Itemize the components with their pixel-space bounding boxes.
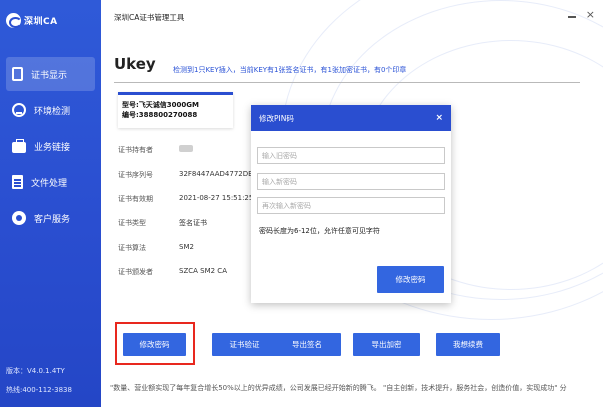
- ukey-model: 型号:飞天诚信3000GM: [122, 101, 199, 109]
- info-label-validity: 证书有效期: [118, 195, 153, 203]
- renew-button[interactable]: 我想续费: [436, 333, 500, 356]
- szca-logo-icon: [6, 12, 22, 28]
- cert-verify-button[interactable]: 证书验证: [212, 333, 277, 356]
- old-pin-input[interactable]: [257, 147, 445, 164]
- sidebar: 深圳CA 证书显示 环境检测 业务链接 文件处理 客户服务 版本：V4.0.1.…: [0, 0, 101, 407]
- confirm-pin-input[interactable]: [257, 197, 445, 214]
- export-encrypt-button[interactable]: 导出加密: [353, 333, 420, 356]
- sidebar-item-label: 证书显示: [31, 70, 68, 81]
- environment-check-icon: [12, 103, 26, 117]
- info-value-serial: 32F8447AAD4772DB: [179, 170, 253, 178]
- change-pin-button[interactable]: 修改密码: [123, 333, 186, 356]
- info-label-holder: 证书持有者: [118, 146, 153, 154]
- info-value-validity: 2021-08-27 15:51:25-: [179, 194, 256, 202]
- hotline-label: 热线:400-112-3838: [6, 386, 72, 394]
- customer-service-icon: [12, 211, 26, 225]
- briefcase-icon: [12, 138, 26, 153]
- ukey-card[interactable]: 型号:飞天诚信3000GM 编号:388800270088: [118, 92, 233, 128]
- sidebar-item-file-processing[interactable]: 文件处理: [0, 165, 101, 199]
- sidebar-item-label: 环境检测: [34, 106, 71, 117]
- new-pin-input[interactable]: [257, 173, 445, 190]
- sidebar-item-label: 文件处理: [31, 178, 68, 189]
- info-label-serial: 证书序列号: [118, 171, 153, 179]
- sidebar-nav: 证书显示 环境检测 业务链接 文件处理 客户服务: [0, 57, 101, 237]
- info-value-holder: [179, 145, 193, 154]
- window-title: 深圳CA证书管理工具: [114, 13, 185, 22]
- change-pin-dialog: 修改PIN码 × 密码长度为6-12位，允许任意可见字符 修改密码: [251, 105, 451, 303]
- sidebar-item-business-links[interactable]: 业务链接: [0, 129, 101, 163]
- info-label-issuer: 证书颁发者: [118, 268, 153, 276]
- ukey-serial: 编号:388800270088: [122, 111, 198, 119]
- detect-message: 检测到1只KEY插入，当前KEY有1张签名证书，有1张加密证书，有0个印章: [173, 66, 407, 74]
- sidebar-item-customer-service[interactable]: 客户服务: [0, 201, 101, 235]
- confirm-change-pin-button[interactable]: 修改密码: [377, 266, 444, 293]
- redacted-value: [179, 145, 193, 152]
- close-icon[interactable]: ×: [586, 9, 595, 20]
- sidebar-item-label: 业务链接: [34, 142, 71, 153]
- close-icon[interactable]: ×: [435, 113, 443, 123]
- page-title: Ukey: [114, 55, 156, 73]
- sidebar-item-label: 客户服务: [34, 214, 71, 225]
- certificate-icon: [12, 67, 23, 81]
- pin-hint: 密码长度为6-12位，允许任意可见字符: [259, 227, 380, 235]
- info-value-issuer: SZCA SM2 CA: [179, 267, 227, 275]
- sidebar-item-env-check[interactable]: 环境检测: [0, 93, 101, 127]
- info-value-type: 签名证书: [179, 219, 207, 227]
- dialog-header: 修改PIN码 ×: [251, 105, 451, 131]
- info-label-type: 证书类型: [118, 219, 146, 227]
- window-controls: ×: [567, 9, 595, 20]
- export-sign-button[interactable]: 导出签名: [273, 333, 341, 356]
- info-value-algorithm: SM2: [179, 243, 194, 251]
- info-label-algorithm: 证书算法: [118, 244, 146, 252]
- version-label: 版本：V4.0.1.4TY: [6, 367, 65, 375]
- logo-text: 深圳CA: [24, 16, 58, 27]
- minimize-icon[interactable]: [567, 15, 576, 18]
- app-logo: 深圳CA: [6, 11, 58, 29]
- sidebar-item-cert-display[interactable]: 证书显示: [6, 57, 95, 91]
- divider: [114, 82, 580, 83]
- dialog-title: 修改PIN码: [259, 113, 294, 123]
- footer-slogan: "数量、营业额实现了每年复合增长50%以上的优异成绩，公司发展已经开始新的腾飞。…: [110, 384, 567, 392]
- file-icon: [12, 175, 23, 189]
